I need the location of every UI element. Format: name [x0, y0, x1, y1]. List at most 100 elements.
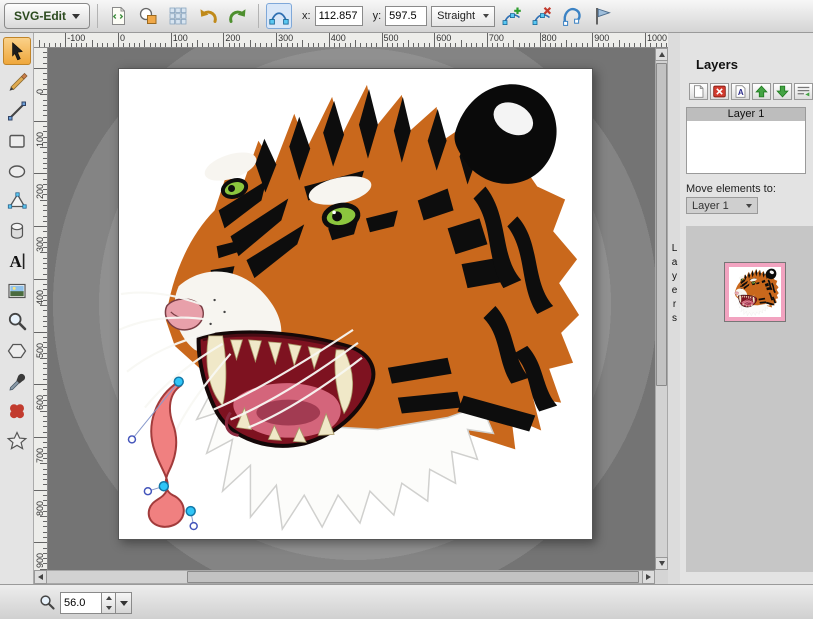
layers-panel: Layers A Layer 1 Move elements to:: [680, 33, 813, 619]
zoom-decrease-button[interactable]: [102, 603, 115, 613]
open-path-button[interactable]: [559, 3, 585, 29]
reorient-path-button[interactable]: [589, 3, 615, 29]
tiger-artwork: [119, 84, 579, 529]
zoom-input[interactable]: [60, 592, 102, 614]
move-layer-up-button[interactable]: [752, 83, 771, 100]
triangle-path-icon: [6, 190, 28, 212]
ruler-vertical: 0100200300400500600700800900: [34, 48, 48, 570]
layer-buttons-row: A: [689, 83, 813, 100]
layer-list[interactable]: [686, 121, 806, 174]
magnifier-icon: [6, 310, 28, 332]
red-x-icon: [711, 83, 728, 100]
text-tool[interactable]: A: [3, 247, 31, 275]
wireframe-button[interactable]: [135, 3, 161, 29]
y-label: y:: [373, 10, 382, 22]
vertical-scroll-thumb[interactable]: [656, 63, 667, 386]
svg-edit-app: SVG-Edit x: y: Straight: [0, 0, 813, 619]
path-node[interactable]: [174, 377, 183, 386]
arrow-up-icon: [659, 52, 665, 57]
y-input[interactable]: [385, 6, 427, 26]
rename-a-icon: A: [732, 83, 749, 100]
chevron-down-icon: [120, 601, 128, 606]
x-label: x:: [302, 10, 311, 22]
layers-title: Layers: [696, 57, 738, 72]
top-toolbar: SVG-Edit x: y: Straight: [0, 0, 813, 33]
node-x-icon: [531, 5, 553, 27]
scroll-left-button[interactable]: [34, 570, 47, 584]
ruler-horizontal: -10001002003004005006007008009001000: [34, 33, 668, 48]
delete-layer-button[interactable]: [710, 83, 729, 100]
scroll-right-button[interactable]: [642, 570, 655, 584]
undo-button[interactable]: [195, 3, 221, 29]
hexagon-icon: [6, 340, 28, 362]
ellipse-icon: [6, 160, 28, 182]
chevron-down-icon: [746, 204, 752, 208]
polygon-tool[interactable]: [3, 337, 31, 365]
path-node[interactable]: [159, 482, 168, 491]
path-tool[interactable]: [3, 187, 31, 215]
zoom-tool[interactable]: [3, 307, 31, 335]
delete-node-button[interactable]: [529, 3, 555, 29]
link-control-points-toggle[interactable]: [266, 3, 292, 29]
letter-a-cursor-icon: A: [6, 250, 28, 272]
green-arrow-down-icon: [774, 83, 791, 100]
scroll-down-button[interactable]: [655, 557, 668, 570]
main-menu-button[interactable]: SVG-Edit: [4, 3, 90, 29]
tools-palette: A: [0, 33, 34, 584]
new-page-icon: [690, 83, 707, 100]
circle-square-icon: [137, 5, 159, 27]
rename-layer-button[interactable]: A: [731, 83, 750, 100]
path-node[interactable]: [186, 507, 195, 516]
undo-arrow-icon: [197, 5, 219, 27]
linked-nodes-icon: [268, 5, 290, 27]
scroll-up-button[interactable]: [655, 48, 668, 61]
grid-button[interactable]: [165, 3, 191, 29]
svg-text:A: A: [9, 252, 22, 271]
rectangle-tool[interactable]: [3, 127, 31, 155]
chevron-down-icon: [72, 14, 80, 19]
horizontal-scrollbar: [34, 570, 655, 584]
cylinder-tool[interactable]: [3, 217, 31, 245]
panel-gutter: Layers: [668, 33, 680, 584]
move-layer-down-button[interactable]: [773, 83, 792, 100]
edit-source-button[interactable]: [105, 3, 131, 29]
eyedropper-tool[interactable]: [3, 367, 31, 395]
star-tool[interactable]: [3, 427, 31, 455]
line-tool[interactable]: [3, 97, 31, 125]
toolbar-divider: [258, 4, 259, 28]
edited-path[interactable]: [149, 382, 184, 527]
star-icon: [6, 430, 28, 452]
zoom-increase-button[interactable]: [102, 593, 115, 603]
layer-list-header[interactable]: Layer 1: [686, 107, 806, 122]
move-to-layer-select[interactable]: Layer 1: [686, 197, 758, 214]
svg-text:A: A: [738, 88, 744, 97]
control-handle[interactable]: [144, 488, 151, 495]
layers-panel-handle[interactable]: Layers: [669, 243, 680, 327]
toolbar-divider: [97, 4, 98, 28]
add-node-button[interactable]: [499, 3, 525, 29]
move-to-layer-value: Layer 1: [692, 200, 729, 212]
open-curve-icon: [561, 5, 583, 27]
new-layer-button[interactable]: [689, 83, 708, 100]
shape-library-tool[interactable]: [3, 397, 31, 425]
image-tool[interactable]: [3, 277, 31, 305]
control-handle[interactable]: [128, 436, 135, 443]
redo-button[interactable]: [225, 3, 251, 29]
control-handle[interactable]: [190, 523, 197, 530]
zoom-spinner: [102, 592, 116, 614]
svg-canvas[interactable]: [118, 68, 593, 540]
horizontal-scroll-thumb[interactable]: [187, 571, 639, 583]
drawing: [119, 69, 592, 539]
pencil-tool[interactable]: [3, 67, 31, 95]
x-input[interactable]: [315, 6, 363, 26]
merge-layer-button[interactable]: [794, 83, 813, 100]
flag-icon: [591, 5, 613, 27]
select-tool[interactable]: [3, 37, 31, 65]
zoom-presets-button[interactable]: [116, 592, 132, 614]
segment-type-select[interactable]: Straight: [431, 6, 495, 27]
ellipse-tool[interactable]: [3, 157, 31, 185]
layer-thumbnail[interactable]: [724, 262, 786, 322]
eyedropper-icon: [6, 370, 28, 392]
node-plus-icon: [501, 5, 523, 27]
canvas-workspace[interactable]: [48, 48, 655, 570]
